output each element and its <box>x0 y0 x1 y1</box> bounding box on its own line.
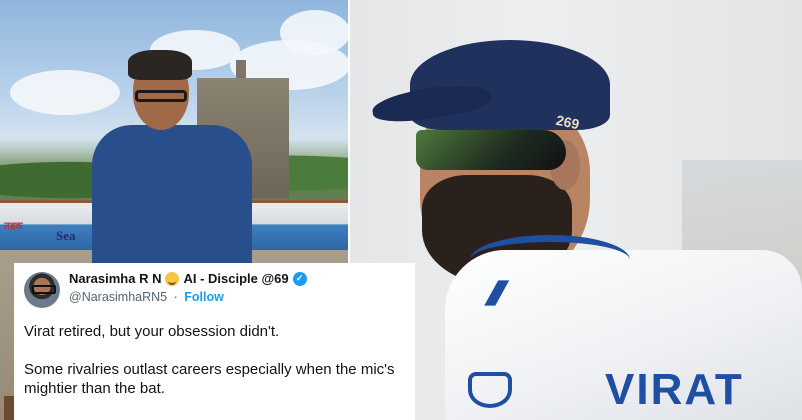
tweet-paragraph: Virat retired, but your obsession didn't… <box>24 323 280 340</box>
person-shirt <box>92 125 252 275</box>
verified-badge-icon: ✓ <box>292 271 307 286</box>
tweet-body: Virat retired, but your obsession didn't… <box>24 322 405 398</box>
avatar[interactable] <box>24 272 60 308</box>
cloud <box>10 70 120 115</box>
glasses <box>135 90 187 102</box>
user-handle[interactable]: @NarasimhaRN5 <box>69 290 167 304</box>
tweet-author: Narasimha R N AI - Disciple @69 ✓ @Naras… <box>69 270 307 306</box>
separator: · <box>173 290 178 304</box>
tweet-card: Narasimha R N AI - Disciple @69 ✓ @Naras… <box>14 263 415 420</box>
sunglasses <box>416 130 566 170</box>
boat-text-small: तडक <box>4 221 23 232</box>
name-row: Narasimha R N AI - Disciple @69 ✓ <box>69 270 307 287</box>
right-photo: 269 /// VIRAT <box>350 0 802 420</box>
hug-emoji-icon <box>165 271 180 286</box>
jersey-name: VIRAT <box>605 365 744 414</box>
follow-button[interactable]: Follow <box>184 290 224 304</box>
tweet-header: Narasimha R N AI - Disciple @69 ✓ @Naras… <box>24 270 405 314</box>
handle-row: @NarasimhaRN5 · Follow <box>69 289 307 306</box>
tweet-paragraph: Some rivalries outlast careers especiall… <box>24 361 395 397</box>
crest-icon <box>468 372 512 408</box>
person-hair <box>128 50 192 80</box>
display-name-suffix[interactable]: AI - Disciple @69 <box>183 270 288 287</box>
display-name[interactable]: Narasimha R N <box>69 270 161 287</box>
boat-text: Sea <box>56 228 76 243</box>
